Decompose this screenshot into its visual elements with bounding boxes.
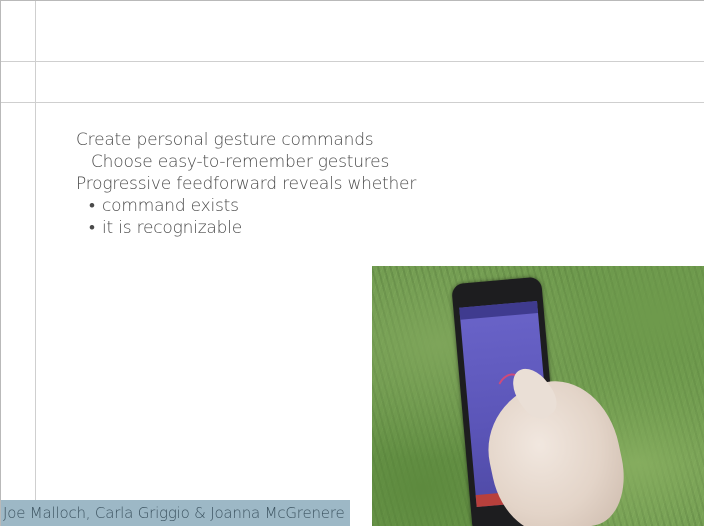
bullet-text: Progressive feedforward reveals whether: [76, 174, 417, 194]
bullet-item: Choose easy-to-remember gestures: [76, 151, 416, 173]
phone-in-hand-photo: [372, 266, 704, 526]
bullet-item: • command exists: [76, 195, 416, 217]
title-rule-top: [1, 61, 704, 62]
author-credit: Joe Malloch, Carla Griggio & Joanna McGr…: [1, 500, 351, 526]
bullet-text: Create personal gesture commands: [76, 130, 374, 150]
slide: Create personal gesture commands Choose …: [0, 0, 704, 526]
bullet-dot-icon: •: [89, 196, 95, 216]
bullet-text: it is recognizable: [102, 218, 243, 238]
bullet-text: command exists: [102, 196, 239, 216]
margin-rule-vertical: [35, 1, 36, 526]
bullet-item: Create personal gesture commands: [76, 129, 416, 151]
title-rule-bottom: [1, 102, 704, 103]
bullet-list: Create personal gesture commands Choose …: [76, 129, 416, 239]
bullet-item: Progressive feedforward reveals whether: [76, 173, 416, 195]
bullet-dot-icon: •: [89, 218, 95, 238]
bullet-text: Choose easy-to-remember gestures: [91, 152, 390, 172]
bullet-item: • it is recognizable: [76, 217, 416, 239]
phone-status-bar: [459, 300, 539, 320]
